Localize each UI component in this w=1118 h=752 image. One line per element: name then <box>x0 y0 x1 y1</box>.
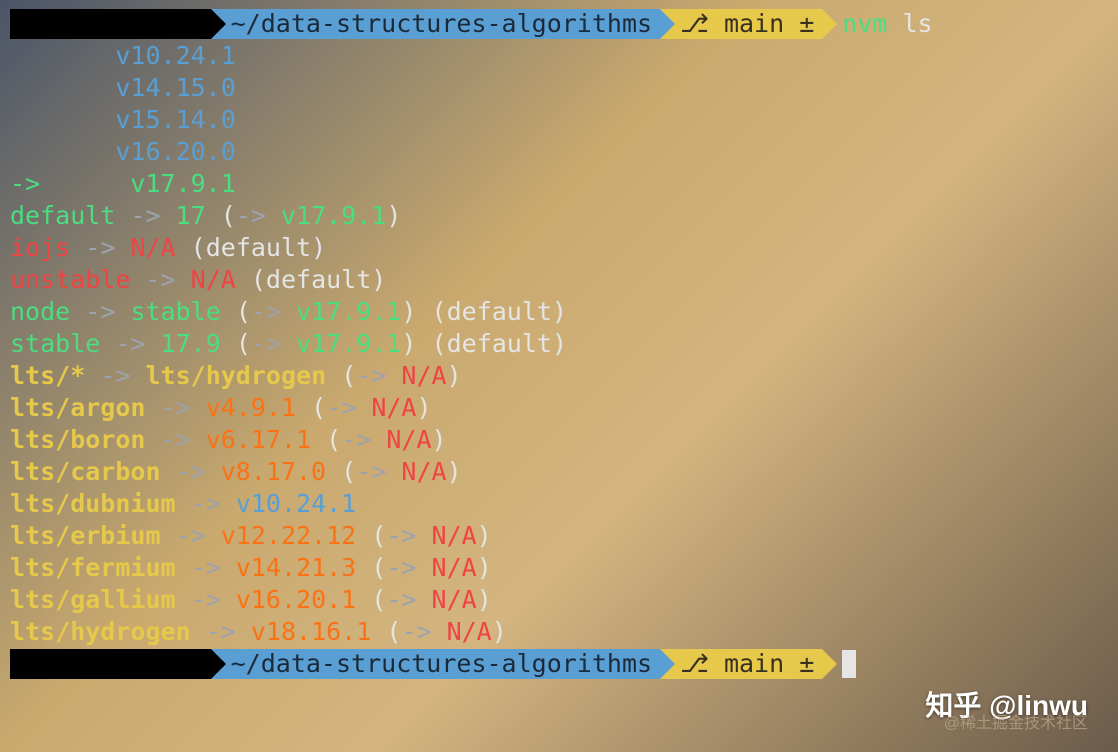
git-segment: ⎇ main ± <box>660 9 822 39</box>
lts-argon: lts/argon -> v4.9.1 (-> N/A) <box>10 392 1118 424</box>
prompt-line-2[interactable]: ~/data-structures-algorithms ⎇ main ± <box>10 648 1118 680</box>
terminal-output: ~/data-structures-algorithms ⎇ main ± nv… <box>0 0 1118 680</box>
cursor-icon <box>842 650 856 678</box>
prompt-line-1: ~/data-structures-algorithms ⎇ main ± nv… <box>10 8 1118 40</box>
lts-fermium: lts/fermium -> v14.21.3 (-> N/A) <box>10 552 1118 584</box>
command-input[interactable]: nvm ls <box>842 8 932 40</box>
command-arg: ls <box>903 9 933 38</box>
alias-stable: stable -> 17.9 (-> v17.9.1) (default) <box>10 328 1118 360</box>
alias-node: node -> stable (-> v17.9.1) (default) <box>10 296 1118 328</box>
watermark-sub: @稀土掘金技术社区 <box>944 708 1088 740</box>
lts-hydrogen: lts/hydrogen -> v18.16.1 (-> N/A) <box>10 616 1118 648</box>
current-version-line: -> v17.9.1 <box>10 168 1118 200</box>
alias-default: default -> 17 (-> v17.9.1) <box>10 200 1118 232</box>
version-line: v15.14.0 <box>10 104 1118 136</box>
command-name: nvm <box>842 9 887 38</box>
alias-unstable: unstable -> N/A (default) <box>10 264 1118 296</box>
lts-dubnium: lts/dubnium -> v10.24.1 <box>10 488 1118 520</box>
lts-carbon: lts/carbon -> v8.17.0 (-> N/A) <box>10 456 1118 488</box>
version-line: v16.20.0 <box>10 136 1118 168</box>
alias-iojs: iojs -> N/A (default) <box>10 232 1118 264</box>
lts-star: lts/* -> lts/hydrogen (-> N/A) <box>10 360 1118 392</box>
git-segment: ⎇ main ± <box>660 649 822 679</box>
lts-erbium: lts/erbium -> v12.22.12 (-> N/A) <box>10 520 1118 552</box>
user-host-segment <box>10 9 211 39</box>
version-line: v14.15.0 <box>10 72 1118 104</box>
lts-gallium: lts/gallium -> v16.20.1 (-> N/A) <box>10 584 1118 616</box>
user-host-segment <box>10 649 211 679</box>
path-segment: ~/data-structures-algorithms <box>211 9 660 39</box>
lts-boron: lts/boron -> v6.17.1 (-> N/A) <box>10 424 1118 456</box>
path-segment: ~/data-structures-algorithms <box>211 649 660 679</box>
version-line: v10.24.1 <box>10 40 1118 72</box>
